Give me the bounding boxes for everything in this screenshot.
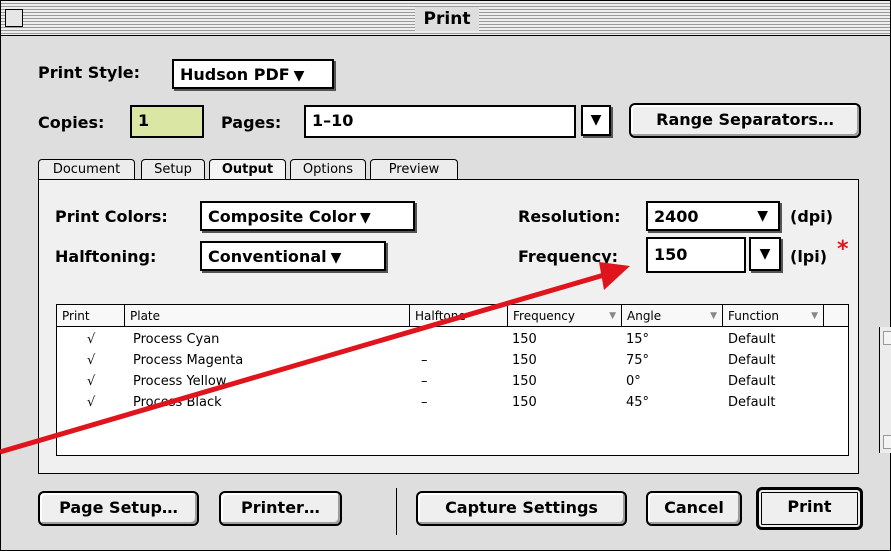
annotation-arrow bbox=[0, 262, 630, 455]
annotation-arrow-head bbox=[599, 262, 630, 290]
annotation-arrow-line bbox=[0, 272, 605, 455]
